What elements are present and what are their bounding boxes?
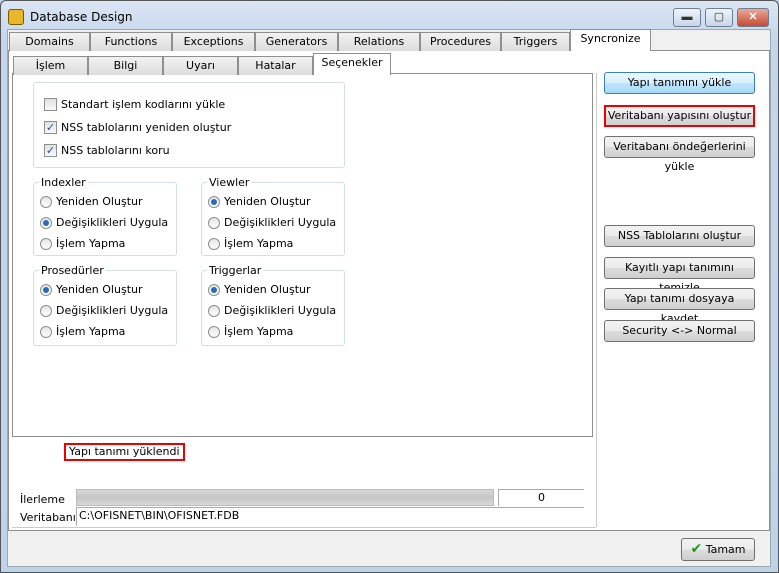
group-prosedürler: Prosedürler Yeniden Oluştur Değişiklikleri…	[33, 264, 177, 346]
option-checkbox[interactable]: ✓ NSS tablolarını koru	[44, 144, 170, 157]
action-button-6[interactable]: Security <-> Normal	[604, 320, 755, 342]
tab-triggers[interactable]: Triggers	[501, 32, 570, 51]
ok-button[interactable]: ✔ Tamam	[681, 538, 755, 561]
checkbox-label: NSS tablolarını koru	[61, 144, 170, 157]
maximize-button[interactable]: ▢	[705, 8, 733, 27]
progress-fill	[77, 490, 493, 505]
radio-option[interactable]: Değişiklikleri Uygula	[40, 304, 168, 317]
progress-value: 0	[498, 489, 584, 506]
radio-button[interactable]	[208, 283, 220, 296]
radio-option[interactable]: İşlem Yapma	[208, 237, 293, 250]
divider	[596, 73, 597, 527]
action-button-3[interactable]: NSS Tablolarını oluştur	[604, 225, 755, 247]
radio-button[interactable]	[208, 216, 220, 229]
radio-label: İşlem Yapma	[56, 237, 126, 250]
divider	[12, 527, 596, 528]
action-button-2[interactable]: Veritabanı öndeğerlerini yükle	[604, 136, 755, 173]
window-title: Database Design	[30, 10, 133, 24]
group-title: Prosedürler	[39, 264, 106, 277]
radio-button[interactable]	[40, 325, 52, 338]
radio-button[interactable]	[208, 325, 220, 338]
radio-option[interactable]: Yeniden Oluştur	[208, 195, 311, 208]
database-path: C:\OFISNET\BIN\OFISNET.FDB	[76, 507, 584, 526]
group-title: Triggerlar	[207, 264, 264, 277]
radio-option[interactable]: İşlem Yapma	[40, 325, 125, 338]
radio-label: Değişiklikleri Uygula	[56, 216, 169, 229]
tab-domains[interactable]: Domains	[9, 32, 90, 51]
option-checkbox[interactable]: Standart işlem kodlarını yükle	[44, 98, 225, 111]
checkbox-label: Standart işlem kodlarını yükle	[61, 98, 226, 111]
radio-label: İşlem Yapma	[224, 237, 294, 250]
ok-label: Tamam	[705, 543, 746, 556]
subtab-4[interactable]: Seçenekler	[313, 53, 391, 75]
radio-button[interactable]	[40, 216, 52, 229]
checkbox[interactable]	[44, 98, 57, 111]
radio-button[interactable]	[40, 237, 52, 250]
tab-relations[interactable]: Relations	[338, 32, 420, 51]
subtab-1[interactable]: Bilgi	[88, 56, 163, 75]
radio-option[interactable]: Değişiklikleri Uygula	[208, 304, 336, 317]
radio-button[interactable]	[208, 304, 220, 317]
radio-option[interactable]: Yeniden Oluştur	[208, 283, 311, 296]
group-indexler: Indexler Yeniden Oluştur Değişiklikleri Uy…	[33, 176, 177, 256]
subtab-2[interactable]: Uyarı	[163, 56, 238, 75]
group-title: Viewler	[207, 176, 252, 189]
radio-label: İşlem Yapma	[56, 325, 126, 338]
radio-label: Yeniden Oluştur	[56, 195, 143, 208]
radio-label: İşlem Yapma	[224, 325, 294, 338]
radio-button[interactable]	[40, 283, 52, 296]
radio-label: Değişiklikleri Uygula	[56, 304, 169, 317]
radio-button[interactable]	[208, 195, 220, 208]
checkbox-label: NSS tablolarını yeniden oluştur	[61, 121, 232, 134]
radio-button[interactable]	[208, 237, 220, 250]
radio-label: Yeniden Oluştur	[224, 283, 311, 296]
action-button-0[interactable]: Yapı tanımını yükle	[604, 72, 755, 94]
group-triggerlar: Triggerlar Yeniden Oluştur Değişiklikleri …	[201, 264, 345, 346]
close-button[interactable]: ✕	[737, 8, 769, 27]
action-button-5[interactable]: Yapı tanımı dosyaya kaydet	[604, 288, 755, 325]
radio-option[interactable]: Yeniden Oluştur	[40, 195, 143, 208]
checkmark-icon: ✔	[690, 541, 703, 557]
action-button-4[interactable]: Kayıtlı yapı tanımını temizle	[604, 257, 755, 294]
minimize-button[interactable]: ▬	[673, 8, 701, 27]
checkbox[interactable]: ✓	[44, 144, 57, 157]
radio-option[interactable]: Yeniden Oluştur	[40, 283, 143, 296]
radio-label: Yeniden Oluştur	[56, 283, 143, 296]
tab-procedures[interactable]: Procedures	[420, 32, 501, 51]
action-button-1[interactable]: Veritabanı yapısını oluştur	[604, 105, 755, 127]
app-lock-icon	[8, 9, 24, 25]
radio-option[interactable]: Değişiklikleri Uygula	[40, 216, 168, 229]
status-message: Yapı tanımı yüklendi	[64, 443, 185, 461]
group-viewler: Viewler Yeniden Oluştur Değişiklikleri Uyg…	[201, 176, 345, 256]
option-checkbox[interactable]: ✓ NSS tablolarını yeniden oluştur	[44, 121, 231, 134]
checkbox[interactable]: ✓	[44, 121, 57, 134]
radio-label: Değişiklikleri Uygula	[224, 216, 337, 229]
tab-exceptions[interactable]: Exceptions	[172, 32, 255, 51]
radio-button[interactable]	[40, 195, 52, 208]
radio-label: Değişiklikleri Uygula	[224, 304, 337, 317]
tab-generators[interactable]: Generators	[255, 32, 338, 51]
tab-syncronize[interactable]: Syncronize	[570, 29, 651, 51]
subtab-0[interactable]: İşlem	[13, 56, 88, 75]
radio-button[interactable]	[40, 304, 52, 317]
database-label: Veritabanı	[20, 511, 76, 524]
tab-functions[interactable]: Functions	[90, 32, 172, 51]
subtab-3[interactable]: Hatalar	[238, 56, 313, 75]
radio-label: Yeniden Oluştur	[224, 195, 311, 208]
radio-option[interactable]: Değişiklikleri Uygula	[208, 216, 336, 229]
radio-option[interactable]: İşlem Yapma	[208, 325, 293, 338]
progress-bar	[76, 489, 494, 506]
progress-label: İlerleme	[20, 493, 65, 506]
group-title: Indexler	[39, 176, 88, 189]
radio-option[interactable]: İşlem Yapma	[40, 237, 125, 250]
